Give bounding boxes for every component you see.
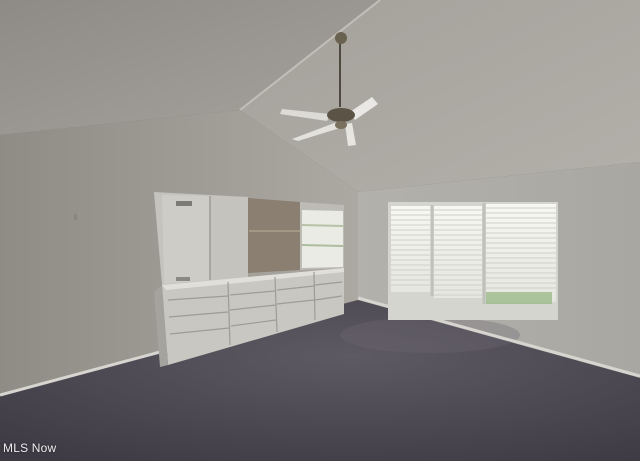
room-photo: MLS Now	[0, 0, 640, 461]
wall-outlet	[74, 214, 77, 220]
cabinet-mirror-window	[302, 210, 343, 268]
room-drawing	[0, 0, 640, 461]
watermark-text: MLS Now	[3, 441, 57, 455]
